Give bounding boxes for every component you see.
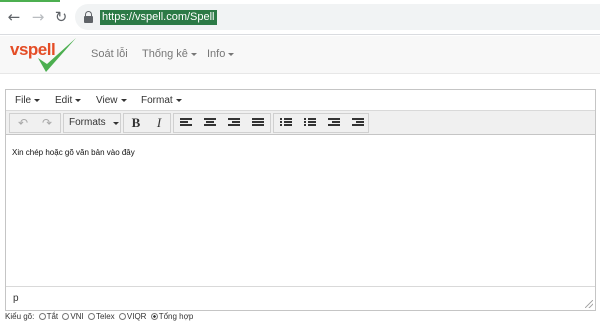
back-icon[interactable]: ← — [6, 9, 22, 25]
lock-icon[interactable] — [84, 11, 93, 23]
text-style-group: B I — [123, 113, 171, 133]
input-mode-label: Kiểu gõ — [5, 312, 33, 321]
radio-tong-hop[interactable] — [150, 313, 158, 321]
address-bar[interactable]: https://vspell.com/Spell — [75, 4, 600, 30]
numbered-list-icon[interactable] — [299, 114, 321, 132]
indent-icon[interactable] — [347, 114, 369, 132]
reload-icon[interactable]: ↻ — [53, 9, 69, 25]
editor-statusbar: p — [6, 286, 595, 310]
checkmark-icon — [38, 38, 76, 72]
editor-content[interactable]: Xin chép hoặc gõ văn bản vào đây — [12, 148, 135, 157]
site-navbar: vspell Soát lỗi Thống kê Info — [0, 36, 600, 74]
caret-down-icon — [228, 52, 235, 56]
forward-icon[interactable]: → — [30, 9, 46, 25]
menu-view[interactable]: View — [96, 95, 127, 106]
caret-down-icon — [175, 98, 182, 102]
menu-file[interactable]: File — [15, 95, 41, 106]
caret-down-icon — [113, 122, 119, 125]
input-mode-row: Kiểu gõ: Tắt VNI Telex VIQR Tổng hợp — [5, 312, 194, 321]
align-center-icon[interactable] — [199, 114, 221, 132]
formats-label: Formats — [69, 117, 106, 128]
alignment-group — [173, 113, 271, 133]
align-justify-icon[interactable] — [247, 114, 269, 132]
undo-icon[interactable]: ↶ — [12, 114, 34, 132]
radio-telex[interactable] — [87, 313, 95, 321]
resize-handle-icon[interactable] — [585, 300, 593, 308]
browser-toolbar: ← → ↻ https://vspell.com/Spell — [0, 0, 600, 35]
editor-menubar: File Edit View Format — [6, 90, 595, 111]
redo-icon[interactable]: ↷ — [36, 114, 58, 132]
vspell-logo[interactable]: vspell — [10, 38, 76, 76]
caret-down-icon — [120, 98, 127, 102]
editor-toolbar: ↶ ↷ Formats B I — [6, 111, 595, 135]
nav-thong-ke[interactable]: Thống kê — [142, 48, 197, 60]
history-group: ↶ ↷ — [9, 113, 61, 133]
text-editor: File Edit View Format ↶ ↷ Formats B I Xi… — [5, 89, 596, 311]
nav-soat-loi[interactable]: Soát lỗi — [91, 48, 128, 60]
menu-format[interactable]: Format — [141, 95, 182, 106]
url-text[interactable]: https://vspell.com/Spell — [100, 10, 217, 25]
align-left-icon[interactable] — [175, 114, 197, 132]
element-path[interactable]: p — [13, 293, 19, 304]
radio-off[interactable] — [38, 313, 46, 321]
menu-edit[interactable]: Edit — [55, 95, 82, 106]
formats-dropdown[interactable]: Formats — [63, 113, 121, 133]
outdent-icon[interactable] — [323, 114, 345, 132]
bold-button[interactable]: B — [125, 114, 147, 132]
radio-viqr[interactable] — [118, 313, 126, 321]
bullet-list-icon[interactable] — [275, 114, 297, 132]
caret-down-icon — [75, 98, 82, 102]
align-right-icon[interactable] — [223, 114, 245, 132]
caret-down-icon — [34, 98, 41, 102]
radio-vni[interactable] — [62, 313, 70, 321]
nav-info[interactable]: Info — [207, 48, 235, 60]
page-loading-indicator — [0, 0, 60, 2]
italic-button[interactable]: I — [148, 114, 170, 132]
list-group — [273, 113, 369, 133]
caret-down-icon — [190, 52, 197, 56]
